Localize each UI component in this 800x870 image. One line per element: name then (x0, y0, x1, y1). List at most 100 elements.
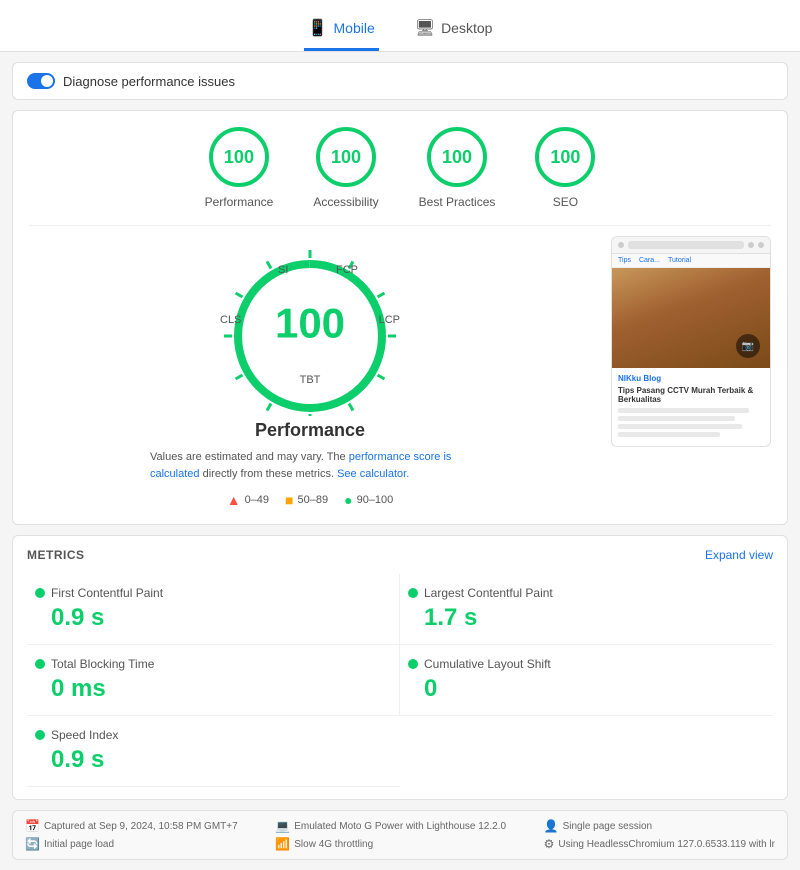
metric-fcp-name-row: First Contentful Paint (35, 586, 391, 600)
footer-item-device: 💻 Emulated Moto G Power with Lighthouse … (275, 819, 506, 833)
diagnose-toggle[interactable] (27, 73, 55, 89)
metrics-header: METRICS Expand view (27, 548, 773, 562)
tab-mobile-label: Mobile (334, 20, 375, 36)
gauge-center: 100 (275, 300, 345, 348)
user-icon: 👤 (544, 819, 559, 833)
preview-logo: NIKku Blog (618, 374, 764, 383)
signal-icon: 📶 (275, 837, 290, 851)
preview-line-2 (618, 416, 735, 421)
metric-cls-name-row: Cumulative Layout Shift (408, 657, 765, 671)
diagnose-label: Diagnose performance issues (63, 74, 235, 89)
diagnose-bar: Diagnose performance issues (12, 62, 788, 100)
scores-container: 100 Performance 100 Accessibility 100 Be… (12, 110, 788, 525)
metric-fcp-name: First Contentful Paint (51, 586, 163, 600)
score-circle-accessibility: 100 (316, 127, 376, 187)
score-accessibility: 100 Accessibility (313, 127, 378, 209)
legend-orange-icon: ■ (285, 492, 293, 508)
score-seo: 100 SEO (535, 127, 595, 209)
footer-col-2: 💻 Emulated Moto G Power with Lighthouse … (275, 819, 506, 851)
scores-row: 100 Performance 100 Accessibility 100 Be… (29, 127, 771, 209)
metric-lcp-dot (408, 588, 418, 598)
preview-section: Tips Cara... Tutorial 📷 NIKku Blog Tips … (611, 236, 771, 447)
legend-red-icon: ▲ (227, 492, 241, 508)
perf-note-text: Values are estimated and may vary. The (150, 451, 346, 463)
reload-icon: 🔄 (25, 837, 40, 851)
preview-image: 📷 (612, 268, 770, 368)
metric-fcp-dot (35, 588, 45, 598)
preview-content: NIKku Blog Tips Pasang CCTV Murah Terbai… (612, 368, 770, 446)
see-calculator-link[interactable]: See calculator. (337, 468, 409, 480)
perf-note-mid: directly from these metrics. (203, 468, 334, 480)
perf-note: Values are estimated and may vary. The p… (150, 449, 470, 482)
score-circle-performance: 100 (209, 127, 269, 187)
metric-si-value: 0.9 s (35, 746, 392, 774)
gauge-label-lcp: LCP (379, 314, 400, 326)
preview-line-1 (618, 408, 749, 413)
calendar-icon: 📅 (25, 819, 40, 833)
tab-desktop[interactable]: 🖥 Desktop (411, 10, 497, 51)
score-label-best-practices: Best Practices (419, 195, 496, 209)
preview-tab-2: Cara... (639, 257, 660, 264)
score-value-best-practices: 100 (442, 147, 472, 168)
preview-img-icon: 📷 (736, 334, 760, 358)
score-value-seo: 100 (550, 147, 580, 168)
score-label-accessibility: Accessibility (313, 195, 378, 209)
expand-view-link[interactable]: Expand view (705, 548, 773, 562)
preview-frame: Tips Cara... Tutorial 📷 NIKku Blog Tips … (611, 236, 771, 447)
preview-toolbar (612, 237, 770, 254)
footer-col-3: 👤 Single page session ⚙ Using HeadlessCh… (544, 819, 775, 851)
gauge-label-fcp: FCP (336, 264, 358, 276)
score-best-practices: 100 Best Practices (419, 127, 496, 209)
gauge-section: SI FCP CLS LCP TBT 100 Performance Value… (29, 236, 591, 508)
metric-cls: Cumulative Layout Shift 0 (400, 645, 773, 716)
preview-address-bar (628, 241, 744, 249)
preview-dot-1 (618, 242, 624, 248)
footer-item-throttle: 📶 Slow 4G throttling (275, 837, 506, 851)
footer-item-browser: ⚙ Using HeadlessChromium 127.0.6533.119 … (544, 837, 775, 851)
legend-red-range: 0–49 (245, 494, 269, 506)
laptop-icon: 💻 (275, 819, 290, 833)
legend-orange: ■ 50–89 (285, 492, 328, 508)
legend-red: ▲ 0–49 (227, 492, 269, 508)
footer-device-text: Emulated Moto G Power with Lighthouse 12… (294, 821, 506, 832)
metric-si-name: Speed Index (51, 728, 118, 742)
preview-dot-3 (758, 242, 764, 248)
performance-detail: SI FCP CLS LCP TBT 100 Performance Value… (29, 225, 771, 508)
footer-col-1: 📅 Captured at Sep 9, 2024, 10:58 PM GMT+… (25, 819, 238, 851)
gauge-label-tbt: TBT (300, 374, 321, 386)
score-value-accessibility: 100 (331, 147, 361, 168)
metric-lcp: Largest Contentful Paint 1.7 s (400, 574, 773, 645)
metric-cls-value: 0 (408, 675, 765, 703)
gauge-wrapper: SI FCP CLS LCP TBT 100 (210, 236, 410, 416)
legend: ▲ 0–49 ■ 50–89 ● 90–100 (227, 492, 394, 508)
footer-item-load: 🔄 Initial page load (25, 837, 238, 851)
main-container: Diagnose performance issues 100 Performa… (0, 52, 800, 870)
score-circle-best-practices: 100 (427, 127, 487, 187)
preview-dot-2 (748, 242, 754, 248)
footer-session-text: Single page session (563, 821, 653, 832)
metric-si-name-row: Speed Index (35, 728, 392, 742)
preview-tab-1: Tips (618, 257, 631, 264)
score-circle-seo: 100 (535, 127, 595, 187)
metric-tbt-name: Total Blocking Time (51, 657, 154, 671)
gear-icon: ⚙ (544, 837, 555, 851)
score-label-performance: Performance (205, 195, 274, 209)
metric-fcp: First Contentful Paint 0.9 s (27, 574, 400, 645)
footer-load-text: Initial page load (44, 839, 114, 850)
preview-nav-tabs: Tips Cara... Tutorial (612, 254, 770, 268)
legend-green-icon: ● (344, 492, 352, 508)
metrics-grid: First Contentful Paint 0.9 s Largest Con… (27, 574, 773, 787)
metric-si-dot (35, 730, 45, 740)
footer-throttle-text: Slow 4G throttling (294, 839, 373, 850)
metric-lcp-name: Largest Contentful Paint (424, 586, 553, 600)
footer-item-captured: 📅 Captured at Sep 9, 2024, 10:58 PM GMT+… (25, 819, 238, 833)
desktop-icon: 🖥 (415, 18, 435, 38)
score-value-performance: 100 (224, 147, 254, 168)
metric-cls-name: Cumulative Layout Shift (424, 657, 551, 671)
legend-orange-range: 50–89 (298, 494, 329, 506)
tab-mobile[interactable]: 📱 Mobile (304, 10, 379, 51)
preview-tab-3: Tutorial (668, 257, 691, 264)
metric-fcp-value: 0.9 s (35, 604, 391, 632)
metric-lcp-value: 1.7 s (408, 604, 765, 632)
gauge-label-si: SI (278, 264, 288, 276)
